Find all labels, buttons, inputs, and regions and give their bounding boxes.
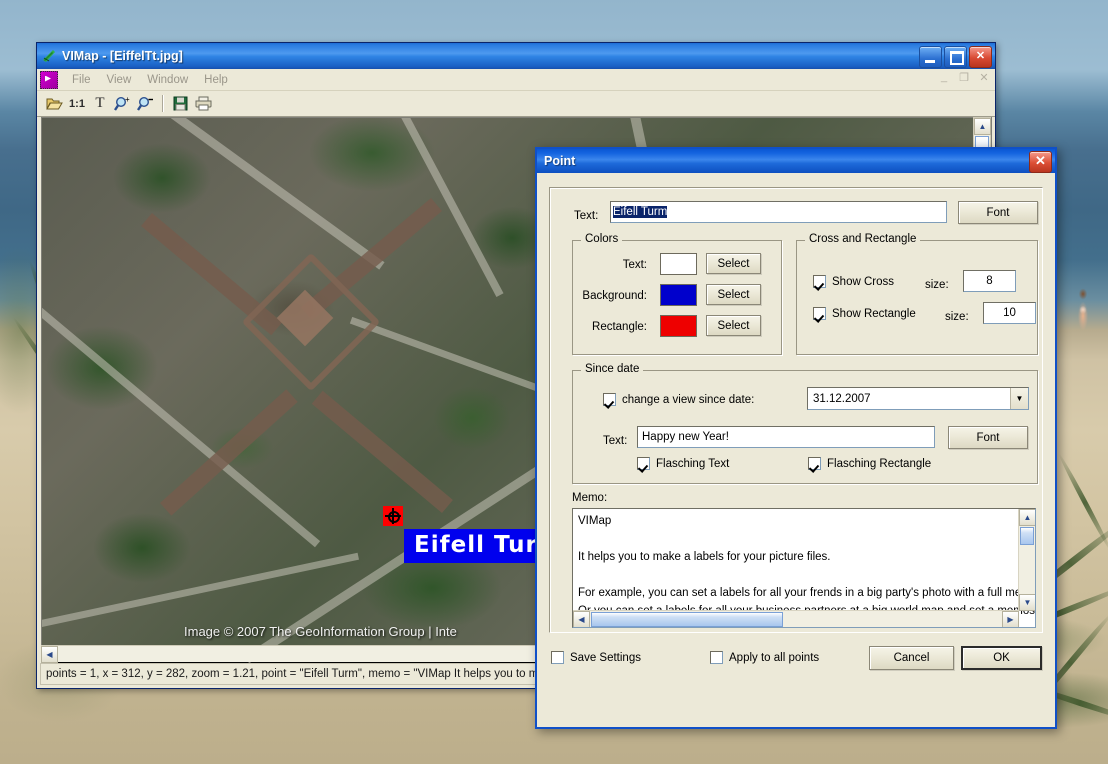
show-cross-label: Show Cross	[832, 276, 894, 288]
memo-vertical-scrollbar[interactable]: ▲ ▼	[1018, 509, 1035, 611]
cross-rectangle-group: Cross and Rectangle Show Cross size: 8 S…	[796, 240, 1038, 355]
rectangle-size-input[interactable]: 10	[983, 302, 1036, 324]
since-date-text-label: Text:	[603, 435, 627, 447]
dialog-title: Point	[544, 154, 575, 168]
scroll-left-button[interactable]: ◀	[41, 646, 58, 663]
wallpaper-person	[1073, 288, 1093, 342]
memo-scroll-right-button[interactable]: ▶	[1002, 611, 1019, 628]
save-settings-label: Save Settings	[570, 652, 641, 664]
mdi-close-button[interactable]: ✕	[977, 71, 991, 84]
memo-label: Memo:	[572, 492, 607, 504]
memo-textarea[interactable]: VIMap It helps you to make a labels for …	[572, 508, 1036, 628]
mdi-child-controls: _ ❐ ✕	[937, 71, 991, 84]
memo-horizontal-scroll-thumb[interactable]	[591, 612, 783, 627]
memo-scroll-left-button[interactable]: ◀	[573, 611, 590, 628]
show-rectangle-checkbox[interactable]	[813, 307, 826, 320]
background-color-swatch[interactable]	[660, 284, 697, 306]
chevron-down-icon[interactable]: ▼	[1010, 388, 1028, 409]
save-button[interactable]	[169, 93, 191, 114]
cancel-button[interactable]: Cancel	[869, 646, 954, 670]
since-date-combobox[interactable]: 31.12.2007 ▼	[807, 387, 1029, 410]
flashing-rectangle-label: Flasching Rectangle	[827, 458, 931, 470]
rectangle-size-label: size:	[945, 311, 969, 323]
point-dialog: Point ✕ Text: Eifell Turm Font Colors Te…	[535, 147, 1057, 729]
memo-horizontal-scrollbar[interactable]: ◀ ▶	[573, 610, 1019, 627]
zoom-in-button[interactable]: +	[112, 93, 134, 114]
change-view-checkbox-row[interactable]: change a view since date:	[603, 393, 754, 406]
colors-group: Colors Text: Select Background: Select R…	[572, 240, 782, 355]
window-controls: ✕	[919, 46, 992, 68]
dialog-titlebar[interactable]: Point ✕	[537, 149, 1055, 173]
text-field-label: Text:	[574, 210, 598, 222]
show-cross-checkbox[interactable]	[813, 275, 826, 288]
text-color-select-button[interactable]: Select	[706, 253, 761, 274]
since-date-group: Since date change a view since date: 31.…	[572, 370, 1038, 484]
open-file-button[interactable]	[43, 93, 65, 114]
window-titlebar[interactable]: VIMap - [EiffelTt.jpg] ✕	[37, 43, 995, 69]
background-color-select-button[interactable]: Select	[706, 284, 761, 305]
flashing-text-checkbox[interactable]	[637, 457, 650, 470]
apply-to-all-points-label: Apply to all points	[729, 652, 819, 664]
toolbar: 1:1 T +	[37, 91, 995, 117]
minimize-button[interactable]	[919, 46, 942, 68]
image-watermark: Image © 2007 The GeoInformation Group | …	[184, 624, 457, 639]
mdi-minimize-button[interactable]: _	[937, 71, 951, 84]
cross-rectangle-group-caption: Cross and Rectangle	[805, 233, 920, 245]
text-font-button[interactable]: Font	[958, 201, 1038, 224]
flashing-text-label: Flasching Text	[656, 458, 729, 470]
rectangle-color-select-button[interactable]: Select	[706, 315, 761, 336]
cross-size-label: size:	[925, 279, 949, 291]
flashing-rectangle-checkbox-row[interactable]: Flasching Rectangle	[808, 457, 931, 470]
flashing-rectangle-checkbox[interactable]	[808, 457, 821, 470]
zoom-out-button[interactable]	[135, 93, 157, 114]
flashing-text-checkbox-row[interactable]: Flasching Text	[637, 457, 729, 470]
point-cross-marker[interactable]	[383, 506, 403, 526]
window-title: VIMap - [EiffelTt.jpg]	[62, 49, 183, 63]
memo-scroll-down-button[interactable]: ▼	[1019, 594, 1036, 611]
point-text-value: Eifell Turm	[613, 206, 667, 218]
apply-all-checkbox-row[interactable]: Apply to all points	[710, 651, 819, 664]
text-color-swatch[interactable]	[660, 253, 697, 275]
menu-item-window[interactable]: Window	[139, 72, 196, 88]
dialog-close-icon[interactable]: ✕	[1029, 151, 1052, 173]
since-date-font-button[interactable]: Font	[948, 426, 1028, 449]
toolbar-separator	[162, 95, 164, 112]
point-text-input[interactable]: Eifell Turm	[610, 201, 947, 223]
vimap-logo-icon	[41, 48, 57, 64]
memo-vertical-scroll-thumb[interactable]	[1020, 527, 1034, 545]
show-cross-checkbox-row[interactable]: Show Cross	[813, 275, 894, 288]
background-color-label: Background:	[582, 290, 647, 302]
since-date-text-input[interactable]: Happy new Year!	[637, 426, 935, 448]
save-settings-checkbox-row[interactable]: Save Settings	[551, 651, 641, 664]
cross-size-input[interactable]: 8	[963, 270, 1016, 292]
save-settings-checkbox[interactable]	[551, 651, 564, 664]
menu-item-help[interactable]: Help	[196, 72, 236, 88]
print-button[interactable]	[192, 93, 214, 114]
menu-item-file[interactable]: File	[64, 72, 99, 88]
show-rectangle-checkbox-row[interactable]: Show Rectangle	[813, 307, 916, 320]
since-date-value: 31.12.2007	[808, 393, 1010, 405]
menu-bar: File View Window Help _ ❐ ✕	[37, 69, 995, 91]
ok-button[interactable]: OK	[961, 646, 1042, 670]
svg-text:+: +	[125, 96, 130, 104]
mdi-restore-button[interactable]: ❐	[957, 71, 971, 84]
change-view-label: change a view since date:	[622, 394, 754, 406]
maximize-button[interactable]	[944, 46, 967, 68]
since-date-group-caption: Since date	[581, 363, 643, 375]
menu-item-view[interactable]: View	[99, 72, 140, 88]
scroll-up-button[interactable]: ▲	[974, 118, 991, 135]
text-color-label: Text:	[623, 259, 647, 271]
close-button[interactable]: ✕	[969, 46, 992, 68]
rectangle-color-swatch[interactable]	[660, 315, 697, 337]
show-rectangle-label: Show Rectangle	[832, 308, 916, 320]
actual-size-button[interactable]: 1:1	[66, 93, 88, 114]
rectangle-color-label: Rectangle:	[592, 321, 647, 333]
mdi-child-icon[interactable]	[40, 71, 58, 89]
dialog-main-panel: Text: Eifell Turm Font Colors Text: Sele…	[549, 187, 1043, 633]
apply-to-all-points-checkbox[interactable]	[710, 651, 723, 664]
text-tool-button[interactable]: T	[89, 93, 111, 114]
change-view-checkbox[interactable]	[603, 393, 616, 406]
colors-group-caption: Colors	[581, 233, 622, 245]
memo-scroll-up-button[interactable]: ▲	[1019, 509, 1036, 526]
